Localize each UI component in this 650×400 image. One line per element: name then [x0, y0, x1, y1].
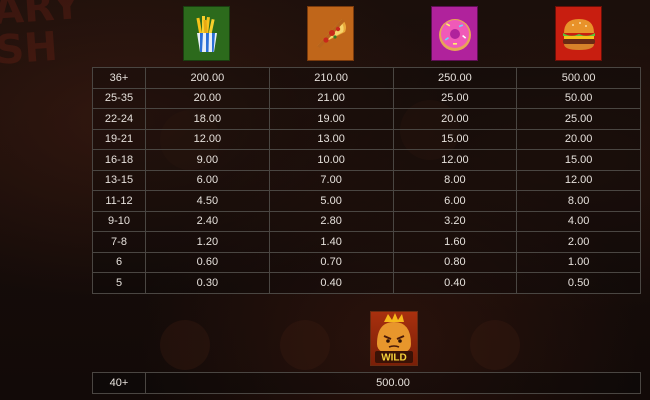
symbol-count: 36+	[92, 67, 146, 89]
background-logo: ARY SH	[0, 0, 83, 74]
payout-value: 8.00	[516, 190, 641, 212]
payout-value: 2.80	[268, 210, 394, 232]
wild-icon: WILD	[375, 313, 413, 364]
payout-value: 25.00	[516, 108, 641, 130]
payout-value: 0.40	[268, 272, 394, 294]
pizza-icon	[316, 18, 346, 48]
payout-value: 3.20	[392, 210, 518, 232]
payout-value: 1.40	[268, 231, 394, 253]
payout-value: 25.00	[392, 87, 518, 109]
paytable-row: 6 0.60 0.70 0.80 1.00	[92, 251, 641, 273]
symbol-donut	[431, 6, 478, 61]
payout-value: 5.00	[268, 190, 394, 212]
payout-value: 0.30	[145, 272, 270, 294]
payout-value: 8.00	[392, 169, 518, 191]
payout-value: 6.00	[145, 169, 270, 191]
symbol-pizza	[307, 6, 354, 61]
payout-value: 7.00	[268, 169, 394, 191]
burger-icon	[562, 18, 595, 50]
payout-value: 10.00	[268, 149, 394, 171]
payout-value: 0.50	[516, 272, 641, 294]
payout-value: 2.00	[516, 231, 641, 253]
payout-value: 0.80	[392, 251, 518, 273]
wild-count: 40+	[92, 372, 146, 394]
symbol-count: 9-10	[92, 210, 146, 232]
payout-value: 12.00	[145, 128, 270, 150]
payout-value: 2.40	[145, 210, 270, 232]
background-blob	[160, 320, 210, 370]
symbol-header-row	[145, 6, 641, 62]
symbol-count: 5	[92, 272, 146, 294]
symbol-count: 22-24	[92, 108, 146, 130]
paytable-row: 16-18 9.00 10.00 12.00 15.00	[92, 149, 641, 171]
payout-value: 0.70	[268, 251, 394, 273]
symbol-count: 6	[92, 251, 146, 273]
payout-value: 0.40	[392, 272, 518, 294]
payout-value: 1.00	[516, 251, 641, 273]
paytable-row: 7-8 1.20 1.40 1.60 2.00	[92, 231, 641, 253]
symbol-count: 25-35	[92, 87, 146, 109]
payout-value: 19.00	[268, 108, 394, 130]
paytable-row: 11-12 4.50 5.00 6.00 8.00	[92, 190, 641, 212]
payout-value: 4.00	[516, 210, 641, 232]
symbol-count: 13-15	[92, 169, 146, 191]
background-blob	[280, 320, 330, 370]
wild-paytable-row: 40+ 500.00	[92, 372, 641, 394]
paytable-row: 13-15 6.00 7.00 8.00 12.00	[92, 169, 641, 191]
paytable-row: 9-10 2.40 2.80 3.20 4.00	[92, 210, 641, 232]
payout-value: 12.00	[516, 169, 641, 191]
wild-payout: 500.00	[145, 372, 641, 394]
payout-value: 1.20	[145, 231, 270, 253]
payout-value: 20.00	[516, 128, 641, 150]
wild-label: WILD	[381, 353, 407, 364]
paytable-row: 5 0.30 0.40 0.40 0.50	[92, 272, 641, 294]
wild-paytable: 40+ 500.00	[92, 372, 641, 394]
symbol-count: 11-12	[92, 190, 146, 212]
payout-value: 500.00	[516, 67, 641, 89]
payout-value: 18.00	[145, 108, 270, 130]
payout-value: 0.60	[145, 251, 270, 273]
payout-value: 4.50	[145, 190, 270, 212]
donut-icon	[438, 18, 471, 51]
paytable-row: 25-35 20.00 21.00 25.00 50.00	[92, 87, 641, 109]
payout-value: 50.00	[516, 87, 641, 109]
symbol-wild: WILD	[370, 311, 418, 366]
payout-value: 1.60	[392, 231, 518, 253]
background-blob	[470, 320, 520, 370]
payout-value: 20.00	[392, 108, 518, 130]
fries-icon	[195, 15, 217, 52]
paytable-row: 22-24 18.00 19.00 20.00 25.00	[92, 108, 641, 130]
symbol-count: 19-21	[92, 128, 146, 150]
payout-value: 210.00	[268, 67, 394, 89]
paytable-row: 19-21 12.00 13.00 15.00 20.00	[92, 128, 641, 150]
payout-value: 9.00	[145, 149, 270, 171]
symbol-count: 16-18	[92, 149, 146, 171]
payout-value: 20.00	[145, 87, 270, 109]
payout-value: 21.00	[268, 87, 394, 109]
payout-value: 15.00	[392, 128, 518, 150]
payout-value: 12.00	[392, 149, 518, 171]
payout-value: 250.00	[392, 67, 518, 89]
payout-value: 200.00	[145, 67, 270, 89]
payout-value: 6.00	[392, 190, 518, 212]
paytable: 36+ 200.00 210.00 250.00 500.00 25-35 20.00 21.…	[92, 67, 641, 294]
symbol-fries	[183, 6, 230, 61]
payout-value: 13.00	[268, 128, 394, 150]
symbol-burger	[555, 6, 602, 61]
paytable-row: 36+ 200.00 210.00 250.00 500.00	[92, 67, 641, 89]
payout-value: 15.00	[516, 149, 641, 171]
symbol-count: 7-8	[92, 231, 146, 253]
